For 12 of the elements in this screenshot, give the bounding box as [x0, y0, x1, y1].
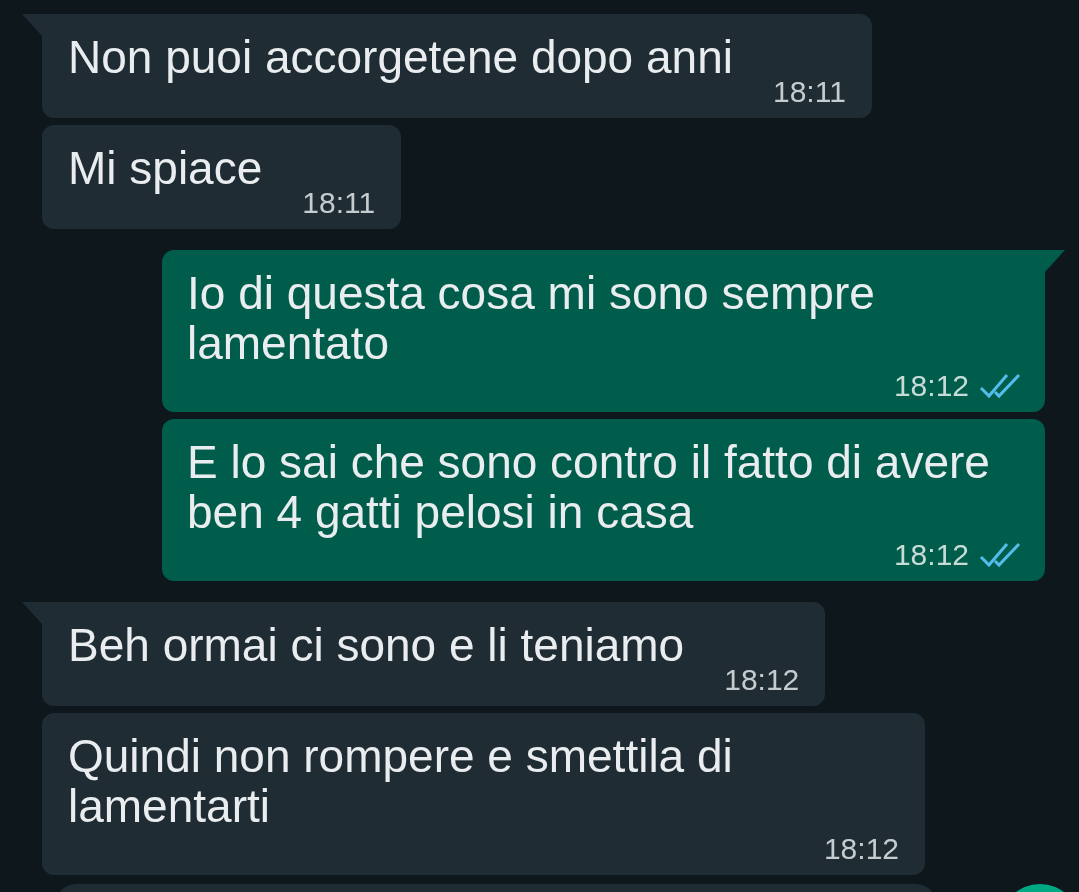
- message-text: Io di questa cosa mi sono sempre lamentato: [187, 268, 876, 368]
- message-text: Beh ormai ci sono e li teniamo: [68, 620, 685, 673]
- message-time: 18:12: [823, 831, 899, 867]
- message-time: 18:11: [772, 74, 846, 110]
- message-time: 18:11: [302, 185, 376, 221]
- message-time: 18:12: [724, 662, 800, 698]
- message-text: Mi spiace: [68, 143, 263, 196]
- message-text: E lo sai che sono contro il fatto di avere ben 4 gatti pelosi in casa: [187, 437, 991, 537]
- message-time: 18:12: [893, 537, 969, 573]
- message-time: 18:12: [893, 368, 969, 404]
- message-text: Non puoi accorgetene dopo anni: [68, 32, 733, 85]
- message-text: Quindi non rompere e smettila di lamentarti: [68, 731, 734, 831]
